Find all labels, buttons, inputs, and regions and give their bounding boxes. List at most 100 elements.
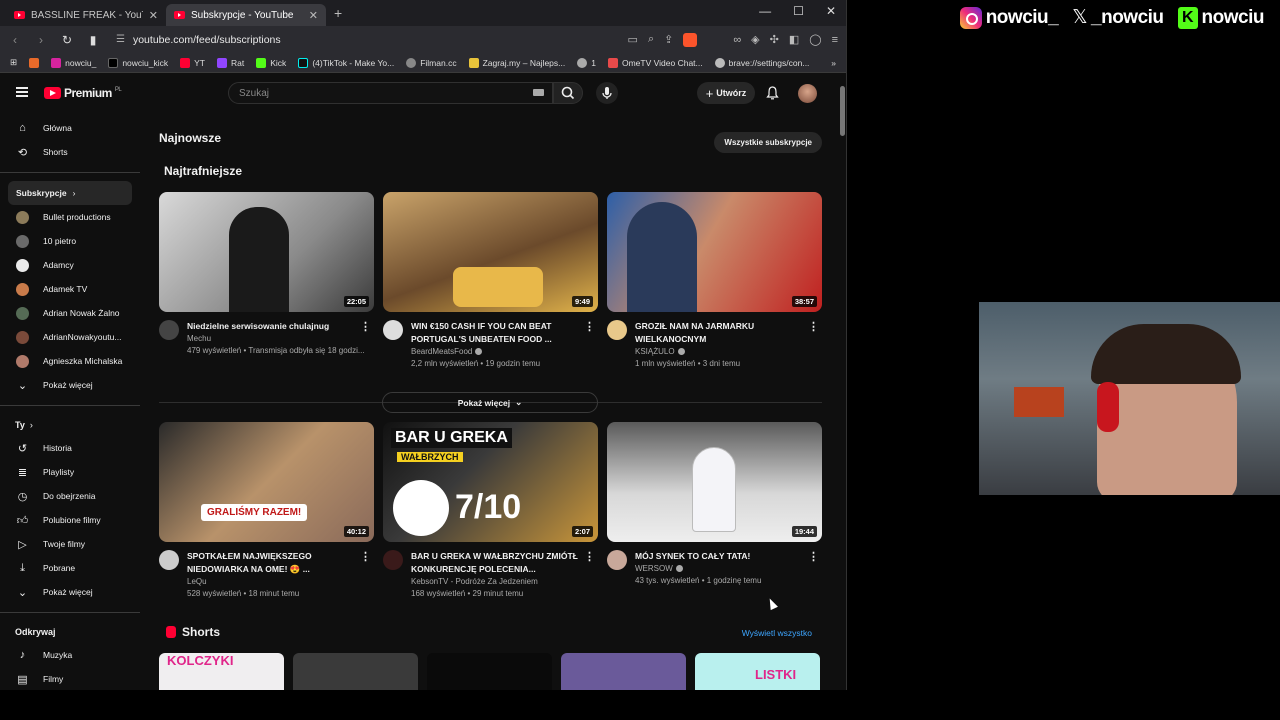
cast-icon[interactable]: ▭ bbox=[628, 33, 638, 46]
video-card[interactable]: 9:49 WIN €150 CASH IF YOU CAN BEAT PORTU… bbox=[383, 192, 598, 368]
more-options-icon[interactable]: ⋮ bbox=[584, 550, 595, 563]
more-options-icon[interactable]: ⋮ bbox=[584, 320, 595, 333]
video-card[interactable]: 19:44 MÓJ SYNEK TO CAŁY TATA! WERSOW 43 … bbox=[607, 422, 822, 598]
show-more-button[interactable]: Pokaż więcej ⌄ bbox=[382, 392, 598, 413]
channel-avatar[interactable] bbox=[159, 320, 179, 340]
avatar[interactable] bbox=[798, 84, 817, 103]
channel-avatar[interactable] bbox=[159, 550, 179, 570]
sidebar-channel[interactable]: Adamek TV bbox=[0, 277, 140, 301]
video-title[interactable]: Niedzielne serwisowanie chulajnug bbox=[187, 320, 357, 333]
channel-name[interactable]: WERSOW bbox=[635, 564, 805, 573]
zoom-icon[interactable]: ⌕ bbox=[648, 33, 654, 46]
video-title[interactable]: GROZIŁ NAM NA JARMARKU WIELKANOCNYM bbox=[635, 320, 805, 346]
maximize-icon[interactable]: ☐ bbox=[793, 4, 804, 18]
brave-shields-icon[interactable] bbox=[683, 32, 698, 47]
channel-name[interactable]: KebsonTV - Podróże Za Jedzeniem bbox=[411, 577, 581, 586]
minimize-icon[interactable]: — bbox=[759, 4, 771, 18]
search-input[interactable]: Szukaj bbox=[228, 82, 553, 104]
bookmark-tiktok[interactable]: (4)TikTok - Make Yo... bbox=[298, 57, 394, 68]
extensions-icon[interactable]: ✣ bbox=[770, 33, 779, 46]
sidebar-show-more[interactable]: ⌄ Pokaż więcej bbox=[0, 580, 140, 604]
sidebar-item-shorts[interactable]: ⟲ Shorts bbox=[0, 140, 140, 164]
sidebar-item-music[interactable]: ♪ Muzyka bbox=[0, 643, 140, 667]
channel-avatar[interactable] bbox=[607, 550, 627, 570]
sidebar-channel[interactable]: Adamcy bbox=[0, 253, 140, 277]
tab-subscriptions[interactable]: Subskrypcje - YouTube ✕ bbox=[166, 4, 326, 26]
sidebar-show-more[interactable]: ⌄ Pokaż więcej bbox=[0, 373, 140, 397]
reload-icon[interactable]: ↻ bbox=[60, 33, 74, 47]
wallet-icon[interactable]: ◈ bbox=[751, 33, 759, 46]
bookmark-filman[interactable]: Filman.cc bbox=[406, 57, 457, 68]
close-tab-icon[interactable]: ✕ bbox=[309, 9, 318, 22]
channel-name[interactable]: KSIĄŻULO bbox=[635, 347, 805, 356]
channel-name[interactable]: BeardMeatsFood bbox=[411, 347, 581, 356]
video-thumbnail[interactable]: 22:05 bbox=[159, 192, 374, 312]
short-card[interactable] bbox=[561, 653, 686, 690]
sidebar-item-history[interactable]: ↺ Historia bbox=[0, 436, 140, 460]
sidebar-item-downloads[interactable]: ⤓ Pobrane bbox=[0, 556, 140, 580]
video-card[interactable]: BAR U GREKA WAŁBRZYCH 7/10 2:07 BAR U GR… bbox=[383, 422, 598, 598]
bookmark-folder[interactable] bbox=[29, 57, 40, 68]
bookmark-yt[interactable]: YT bbox=[180, 57, 205, 68]
short-card[interactable] bbox=[427, 653, 552, 690]
sidebar-item-home[interactable]: ⌂ Główna bbox=[0, 116, 140, 140]
sidebar-channel[interactable]: AdrianNowakyoutu... bbox=[0, 325, 140, 349]
sidebar-item-subscriptions[interactable]: Subskrypcje › bbox=[8, 181, 132, 205]
video-card[interactable]: 38:57 GROZIŁ NAM NA JARMARKU WIELKANOCNY… bbox=[607, 192, 822, 368]
forward-icon[interactable]: › bbox=[34, 33, 48, 47]
search-button[interactable] bbox=[553, 82, 583, 104]
create-button[interactable]: + Utwórz bbox=[697, 82, 755, 104]
video-card[interactable]: GRALIŚMY RAZEM! 40:12 SPOTKAŁEM NAJWIĘKS… bbox=[159, 422, 374, 598]
video-thumbnail[interactable]: BAR U GREKA WAŁBRZYCH 7/10 2:07 bbox=[383, 422, 598, 542]
video-title[interactable]: WIN €150 CASH IF YOU CAN BEAT PORTUGAL'S… bbox=[411, 320, 581, 346]
bookmark-icon[interactable]: ▮ bbox=[86, 33, 100, 47]
more-options-icon[interactable]: ⋮ bbox=[360, 550, 371, 563]
keyboard-icon[interactable] bbox=[533, 89, 544, 96]
sidebar-channel[interactable]: 10 pietro bbox=[0, 229, 140, 253]
sidebar-item-films[interactable]: ▤ Filmy bbox=[0, 667, 140, 690]
close-tab-icon[interactable]: ✕ bbox=[149, 9, 158, 22]
bookmark-x[interactable]: nowciu_kick bbox=[108, 57, 168, 68]
sidebar-channel[interactable]: Agnieszka Michalska bbox=[0, 349, 140, 373]
video-card[interactable]: 22:05 Niedzielne serwisowanie chulajnug … bbox=[159, 192, 374, 368]
video-thumbnail[interactable]: 9:49 bbox=[383, 192, 598, 312]
sidebar-icon[interactable]: ◧ bbox=[789, 33, 799, 46]
short-card[interactable]: LISTKI bbox=[695, 653, 820, 690]
channel-avatar[interactable] bbox=[383, 550, 403, 570]
rewards-icon[interactable]: ◯ bbox=[809, 33, 821, 46]
channel-avatar[interactable] bbox=[607, 320, 627, 340]
channel-name[interactable]: LeQu bbox=[187, 577, 357, 586]
bookmark-zagraj[interactable]: Zagraj.my – Najleps... bbox=[468, 57, 565, 68]
bookmark-kick[interactable]: Kick bbox=[256, 57, 286, 68]
video-title[interactable]: MÓJ SYNEK TO CAŁY TATA! bbox=[635, 550, 805, 563]
video-thumbnail[interactable]: 38:57 bbox=[607, 192, 822, 312]
share-icon[interactable]: ⇪ bbox=[664, 33, 673, 46]
more-bookmarks-icon[interactable]: » bbox=[831, 58, 836, 68]
channel-name[interactable]: Mechu bbox=[187, 334, 365, 343]
new-tab-button[interactable]: + bbox=[334, 5, 342, 21]
apps-icon[interactable]: ⊞ bbox=[10, 57, 17, 68]
menu-icon[interactable]: ≡ bbox=[832, 34, 838, 46]
all-subscriptions-button[interactable]: Wszystkie subskrypcje bbox=[714, 132, 822, 153]
video-thumbnail[interactable]: GRALIŚMY RAZEM! 40:12 bbox=[159, 422, 374, 542]
sidebar-you-header[interactable]: Ty › bbox=[0, 414, 140, 436]
voice-search-button[interactable] bbox=[596, 82, 618, 104]
sidebar-item-playlists[interactable]: ≣ Playlisty bbox=[0, 460, 140, 484]
site-settings-icon[interactable]: ☰ bbox=[116, 34, 125, 45]
view-all-link[interactable]: Wyświetl wszystko bbox=[742, 628, 812, 638]
youtube-logo[interactable]: Premium PL bbox=[44, 86, 122, 100]
url-field[interactable]: ☰ youtube.com/feed/subscriptions bbox=[112, 30, 616, 50]
channel-avatar[interactable] bbox=[383, 320, 403, 340]
video-title[interactable]: BAR U GREKA W WAŁBRZYCHU ZMIÓTŁ KONKUREN… bbox=[411, 550, 581, 576]
bookmark-rat[interactable]: Rat bbox=[217, 57, 244, 68]
scrollbar[interactable] bbox=[840, 86, 845, 136]
bookmark-ometv[interactable]: OmeTV Video Chat... bbox=[607, 57, 703, 68]
menu-icon[interactable] bbox=[16, 87, 28, 97]
more-options-icon[interactable]: ⋮ bbox=[808, 550, 819, 563]
bookmark-brave-settings[interactable]: brave://settings/con... bbox=[714, 57, 809, 68]
sidebar-channel[interactable]: Bullet productions bbox=[0, 205, 140, 229]
tab-bassline[interactable]: BASSLINE FREAK - YouTube ✕ bbox=[6, 4, 166, 26]
sidebar-item-your-videos[interactable]: ▷ Twoje filmy bbox=[0, 532, 140, 556]
video-thumbnail[interactable]: 19:44 bbox=[607, 422, 822, 542]
sidebar-item-watch-later[interactable]: ◷ Do obejrzenia bbox=[0, 484, 140, 508]
